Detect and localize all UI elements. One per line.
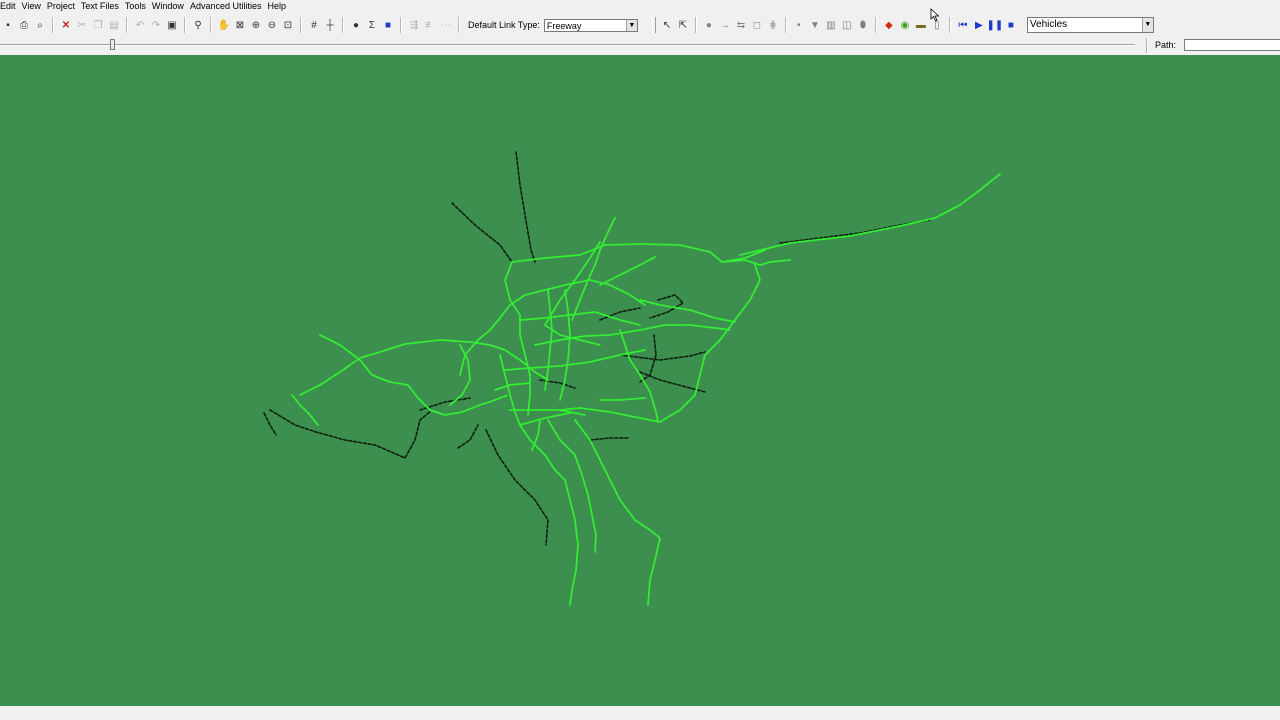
menu-item-view[interactable]: View <box>22 0 47 13</box>
info-icon[interactable]: ● <box>349 18 363 32</box>
delete-icon[interactable]: ✕ <box>59 18 73 32</box>
run-green-icon[interactable]: ◉ <box>898 18 912 32</box>
display-mode-select[interactable]: Vehicles ▼ <box>1026 17 1154 33</box>
copy-icon[interactable]: ❐ <box>91 18 105 32</box>
menu-bar: Edit View Project Text Files Tools Window Adva… <box>0 0 1280 13</box>
timeline-row: Path: <box>0 37 1280 54</box>
polygon-icon[interactable]: ◻ <box>750 18 764 32</box>
display-mode-value: Vehicles <box>1029 19 1068 30</box>
lane-remove-icon[interactable]: ≢ <box>423 18 437 32</box>
filter-icon[interactable]: ▼ <box>808 18 822 32</box>
status-bar <box>0 706 1280 720</box>
snap-icon[interactable]: ┼ <box>323 18 337 32</box>
link-type-value: Freeway <box>546 20 582 31</box>
print-preview-icon[interactable]: ⌕ <box>33 18 47 32</box>
undo-icon[interactable]: ↶ <box>133 18 147 32</box>
menu-item-edit[interactable]: Edit <box>0 0 22 13</box>
paste-icon[interactable]: ▤ <box>107 18 121 32</box>
summary-icon[interactable]: Σ <box>365 18 379 32</box>
lane-misc-icon[interactable]: ⋯ <box>439 18 453 32</box>
cut-icon[interactable]: ✂ <box>75 18 89 32</box>
main-toolbar: ▪ ⎙ ⌕ ✕ ✂ ❐ ▤ ↶ ↷ ▣ ⚲ ✋ ⊠ ⊕ ⊖ ⊡ # ┼ ● Σ … <box>0 14 1280 36</box>
bus-icon[interactable]: ■ <box>381 18 395 32</box>
link-type-select[interactable]: Freeway ▼ <box>543 18 638 32</box>
column-icon[interactable]: ▥ <box>824 18 838 32</box>
stop-icon[interactable]: ■ <box>1004 18 1018 32</box>
rewind-icon[interactable]: ⏮ <box>956 18 970 32</box>
road-network-map <box>263 151 1001 606</box>
zoom-out-icon[interactable]: ⊖ <box>265 18 279 32</box>
link-type-label: Default Link Type: <box>468 20 540 30</box>
zoom-extents-icon[interactable]: ⊡ <box>281 18 295 32</box>
find-icon[interactable]: ⚲ <box>191 18 205 32</box>
path-label: Path: <box>1155 40 1177 50</box>
chevron-down-icon[interactable]: ▼ <box>625 19 637 31</box>
align-icon[interactable]: ⋕ <box>766 18 780 32</box>
pan-icon[interactable]: ✋ <box>217 18 231 32</box>
menu-item-tools[interactable]: Tools <box>125 0 152 13</box>
point-icon[interactable]: • <box>792 18 806 32</box>
path-input[interactable] <box>1184 39 1280 51</box>
zoom-in-icon[interactable]: ⊕ <box>249 18 263 32</box>
save-icon[interactable]: ▣ <box>165 18 179 32</box>
select-arrow-icon[interactable]: ↖ <box>660 18 674 32</box>
chevron-down-icon[interactable]: ▼ <box>1141 18 1153 32</box>
link-arrow-icon[interactable]: → <box>718 18 732 32</box>
pause-icon[interactable]: ❚❚ <box>987 18 1004 32</box>
node-icon[interactable]: ● <box>702 18 716 32</box>
menu-item-text-files[interactable]: Text Files <box>81 0 125 13</box>
network-canvas[interactable] <box>0 55 1280 706</box>
menu-item-help[interactable]: Help <box>267 0 292 13</box>
lane-add-icon[interactable]: ⇶ <box>407 18 421 32</box>
print-icon[interactable]: ⎙ <box>17 18 31 32</box>
network-green-links <box>291 173 1001 606</box>
menu-item-window[interactable]: Window <box>152 0 190 13</box>
network-dark-links <box>263 151 931 546</box>
column-2-icon[interactable]: ◫ <box>840 18 854 32</box>
menu-item-project[interactable]: Project <box>47 0 81 13</box>
redo-icon[interactable]: ↷ <box>149 18 163 32</box>
vehicle-icon[interactable]: ▬ <box>914 18 928 32</box>
new-file-icon[interactable]: ▪ <box>1 18 15 32</box>
zoom-window-icon[interactable]: ⊠ <box>233 18 247 32</box>
marker-icon[interactable]: ⬮ <box>856 18 870 32</box>
mouse-cursor-icon <box>930 8 940 22</box>
menu-item-advanced-utilities[interactable]: Advanced Utilities <box>190 0 268 13</box>
grid-icon[interactable]: # <box>307 18 321 32</box>
play-icon[interactable]: ▶ <box>972 18 986 32</box>
timeline-slider[interactable] <box>0 44 1135 46</box>
two-way-link-icon[interactable]: ⇆ <box>734 18 748 32</box>
run-red-icon[interactable]: ◆ <box>882 18 896 32</box>
select-multi-icon[interactable]: ⇱ <box>676 18 690 32</box>
timeline-slider-handle[interactable] <box>110 39 115 50</box>
